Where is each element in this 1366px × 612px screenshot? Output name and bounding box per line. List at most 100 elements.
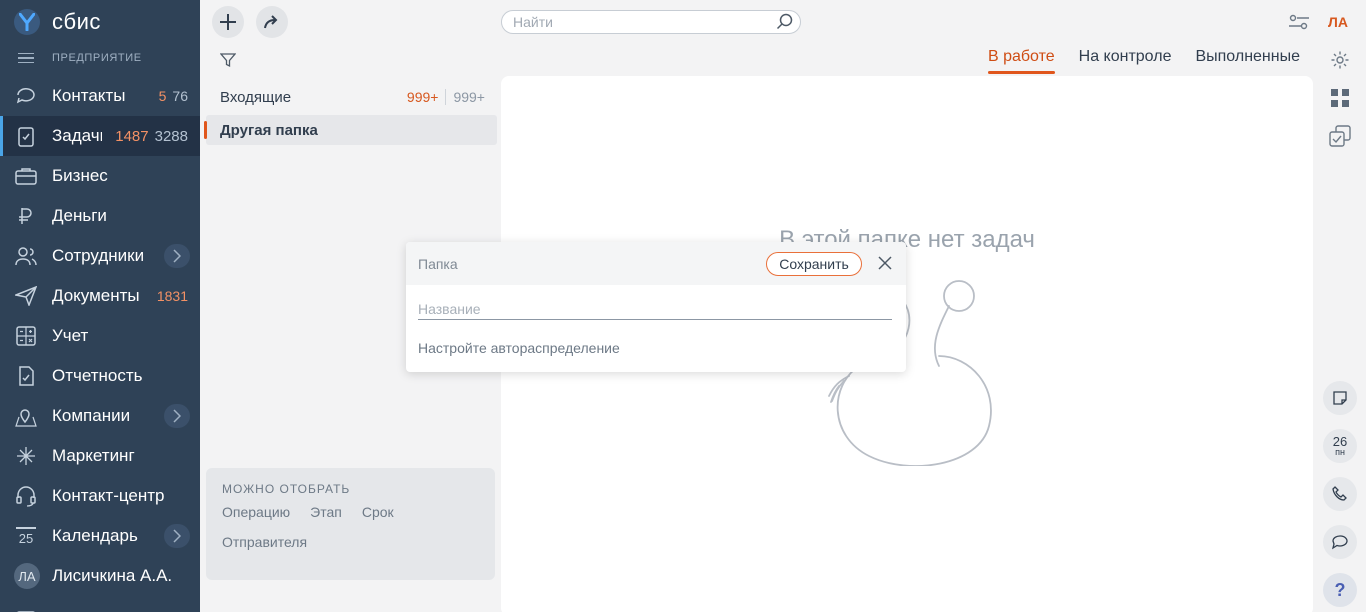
grid-view-button[interactable]: [1326, 84, 1354, 112]
calendar-widget[interactable]: 26 пн: [1323, 429, 1357, 463]
clipboard-check-icon: [14, 124, 38, 148]
briefcase-icon: [14, 164, 38, 188]
sidebar-item-label: Бизнес: [52, 166, 108, 185]
checklist-icon: [1329, 125, 1351, 147]
help-button[interactable]: ?: [1323, 573, 1357, 607]
new-count[interactable]: 1487: [115, 128, 148, 145]
total-count[interactable]: 999+: [453, 89, 485, 105]
save-button[interactable]: Сохранить: [766, 252, 862, 276]
new-count[interactable]: 5: [159, 88, 167, 104]
settings-sliders-button[interactable]: [1285, 8, 1313, 36]
sidebar-item-label: Маркетинг: [52, 446, 135, 465]
sidebar-item-label: Документы: [52, 286, 140, 305]
calendar-icon: 25: [14, 524, 38, 548]
chevron-right-icon[interactable]: [164, 404, 190, 428]
section-menu[interactable]: ПРЕДПРИЯТИЕ: [0, 44, 200, 72]
sidebar-item-employees[interactable]: Сотрудники: [0, 236, 200, 276]
search-input[interactable]: [501, 10, 801, 34]
folder-dialog: Папка Сохранить Настройте автораспределе…: [406, 242, 906, 372]
sidebar-item-business[interactable]: Бизнес: [0, 156, 200, 196]
folder-name-field[interactable]: [418, 298, 892, 320]
sidebar-item-label: Деньги: [52, 206, 107, 225]
gear-icon: [1331, 51, 1349, 69]
map-pin-icon: [14, 404, 38, 428]
sidebar-item-reports[interactable]: Отчетность: [0, 356, 200, 396]
logo[interactable]: сбис: [0, 0, 200, 44]
avatar: ЛА: [14, 563, 40, 589]
folder-incoming[interactable]: Входящие 999+ 999+: [206, 82, 497, 112]
sidebar-item-documents[interactable]: Документы 1831: [0, 276, 200, 316]
folder-other[interactable]: Другая папка: [204, 115, 497, 145]
filter-operation[interactable]: Операцию: [222, 504, 290, 520]
sidebar-item-label: Календарь: [52, 526, 138, 545]
chevron-right-icon[interactable]: [164, 244, 190, 268]
calendar-weekday: пн: [1335, 447, 1345, 457]
sidebar-item-label: Отчетность: [52, 366, 143, 385]
calculator-icon: [14, 324, 38, 348]
menu-icon: [18, 52, 34, 64]
calendar-date: 25: [18, 530, 34, 546]
note-icon: [1333, 391, 1347, 405]
sidebar-user[interactable]: ЛА Лисичкина А.А.: [0, 556, 200, 596]
sidebar-item-companies[interactable]: Компании: [0, 396, 200, 436]
sidebar-item-contacts[interactable]: Контакты 5 76: [0, 76, 200, 116]
dialog-title: Папка: [418, 255, 458, 272]
chevron-right-icon[interactable]: [164, 524, 190, 548]
sidebar-item-label: Задачи: [52, 126, 102, 145]
sidebar-item-marketing[interactable]: Маркетинг: [0, 436, 200, 476]
sidebar-item-label: Контакты: [52, 86, 126, 105]
sidebar-item-more[interactable]: [0, 596, 200, 612]
new-count[interactable]: 1831: [157, 288, 188, 304]
box-icon: [14, 604, 38, 612]
filter-title: МОЖНО ОТОБРАТЬ: [222, 482, 351, 496]
filter-deadline[interactable]: Срок: [362, 504, 394, 520]
close-button[interactable]: [876, 254, 894, 272]
new-count[interactable]: 999+: [407, 89, 439, 105]
filter-stage[interactable]: Этап: [310, 504, 342, 520]
sidebar-item-accounting[interactable]: Учет: [0, 316, 200, 356]
folder-label: Другая папка: [220, 121, 318, 139]
sidebar-item-money[interactable]: Деньги: [0, 196, 200, 236]
folder-label: Входящие: [220, 88, 292, 106]
checklist-button[interactable]: [1326, 122, 1354, 150]
search-icon[interactable]: [776, 13, 794, 31]
sidebar: сбис ПРЕДПРИЯТИЕ Контакты 5 76 Задачи 148…: [0, 0, 200, 612]
help-icon: ?: [1334, 579, 1346, 600]
sidebar-item-label: Компании: [52, 406, 131, 425]
total-count[interactable]: 76: [172, 88, 188, 104]
sidebar-item-tasks[interactable]: Задачи 1487 3288: [0, 116, 200, 156]
sidebar-item-label: Учет: [52, 326, 89, 345]
settings-button[interactable]: [1326, 46, 1354, 74]
forward-arrow-icon: [264, 15, 278, 29]
chat-button[interactable]: [1323, 525, 1357, 559]
auto-distribution-link[interactable]: Настройте автораспределение: [418, 340, 620, 356]
filter-sender[interactable]: Отправителя: [222, 534, 307, 550]
sliders-icon: [1289, 14, 1309, 30]
logo-text: сбис: [52, 9, 101, 34]
tab-in-progress[interactable]: В работе: [987, 48, 1055, 74]
user-initials[interactable]: ЛА: [1328, 14, 1348, 30]
section-label: ПРЕДПРИЯТИЕ: [52, 52, 142, 64]
add-button[interactable]: [212, 6, 244, 38]
total-count[interactable]: 3288: [155, 128, 188, 145]
sidebar-item-label: Сотрудники: [52, 246, 145, 265]
send-icon: [14, 284, 38, 308]
grid-icon: [1331, 89, 1349, 107]
tab-on-control[interactable]: На контроле: [1079, 48, 1172, 72]
phone-icon: [1332, 486, 1347, 501]
tab-completed[interactable]: Выполненные: [1195, 48, 1300, 72]
filter-icon[interactable]: [220, 52, 236, 68]
filter-suggestions: МОЖНО ОТОБРАТЬ Операцию Этап Срок Отправит…: [206, 468, 495, 580]
report-icon: [14, 364, 38, 388]
sidebar-item-label: Контакт-центр: [52, 486, 165, 505]
plus-icon: [220, 14, 236, 30]
sidebar-item-contact-center[interactable]: Контакт-центр: [0, 476, 200, 516]
user-name: Лисичкина А.А.: [52, 566, 173, 585]
ruble-icon: [14, 204, 38, 228]
forward-button[interactable]: [256, 6, 288, 38]
notes-button[interactable]: [1323, 381, 1357, 415]
people-icon: [14, 244, 38, 268]
chat-icon: [1331, 535, 1348, 550]
sidebar-item-calendar[interactable]: 25 Календарь: [0, 516, 200, 556]
phone-button[interactable]: [1323, 477, 1357, 511]
